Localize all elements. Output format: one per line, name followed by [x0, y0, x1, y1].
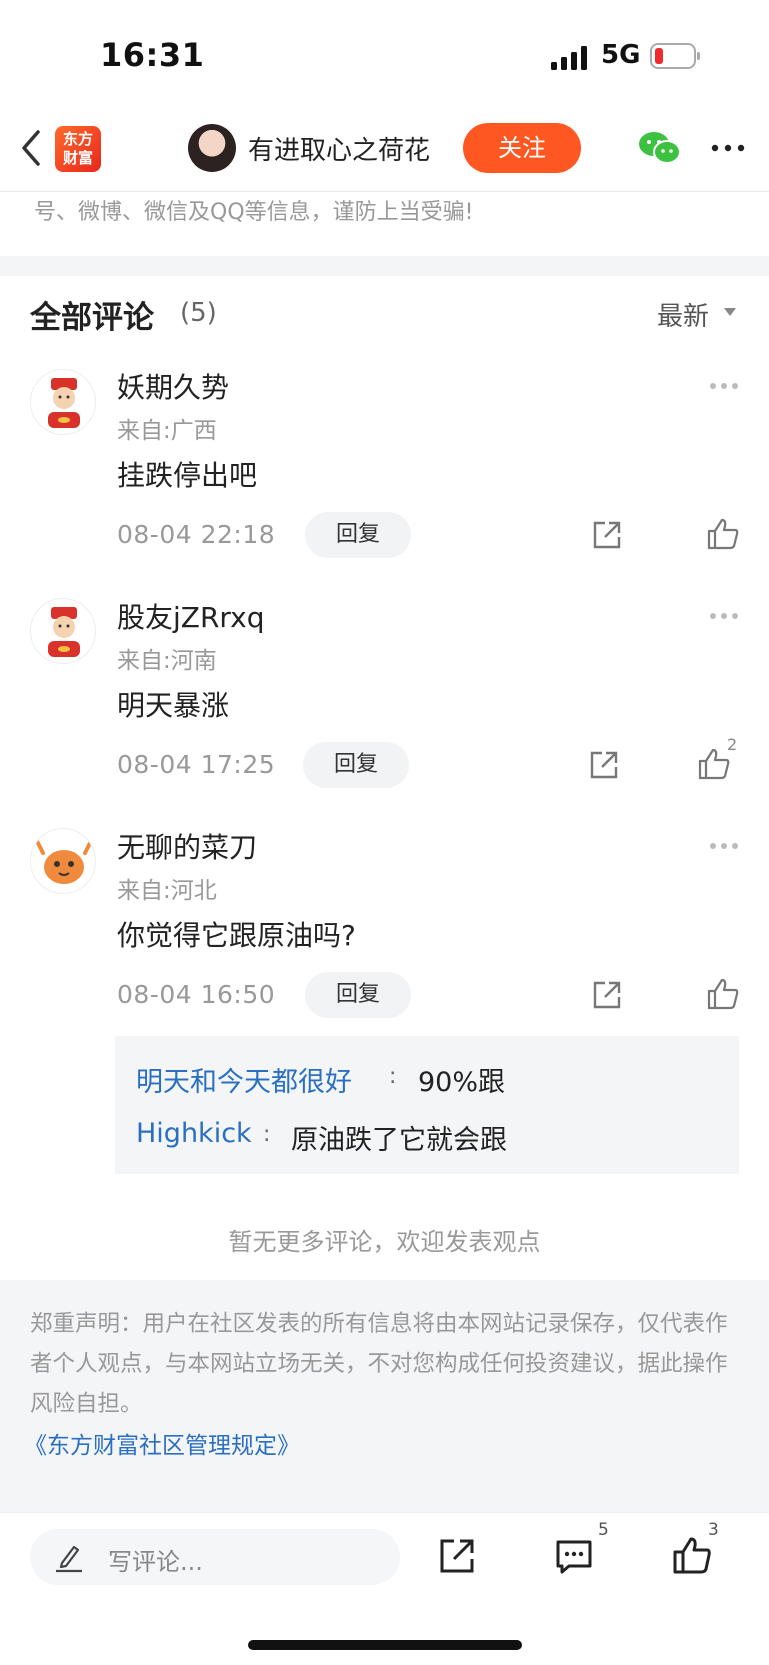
- sub-reply-colon: :: [389, 1064, 397, 1089]
- battery-icon: [650, 43, 700, 69]
- commenter-location: 来自:河南: [117, 648, 217, 674]
- section-separator: [0, 256, 769, 276]
- logo-text-2: 财富: [62, 149, 93, 167]
- like-count: 3: [708, 1520, 719, 1540]
- comment-more-icon[interactable]: [709, 382, 739, 390]
- reply-button[interactable]: 回复: [303, 742, 409, 788]
- like-icon[interactable]: [706, 977, 740, 1011]
- reply-button[interactable]: 回复: [305, 512, 411, 558]
- commenter-avatar[interactable]: [30, 369, 96, 435]
- comment-time: 08-04 16:50: [117, 980, 276, 1009]
- comment-icon[interactable]: [555, 1539, 593, 1575]
- comment-text: 明天暴涨: [117, 689, 230, 722]
- like-icon[interactable]: [706, 517, 740, 551]
- back-chevron-icon[interactable]: [16, 128, 46, 168]
- sub-reply-text: 90%跟: [418, 1067, 506, 1098]
- home-indicator: [248, 1640, 522, 1650]
- notice-text: 号、微博、微信及QQ等信息，谨防上当受骗!: [34, 200, 474, 225]
- community-rules-link[interactable]: 《东方财富社区管理规定》: [24, 1426, 300, 1460]
- share-icon[interactable]: [591, 519, 623, 551]
- caishen-avatar-icon: [48, 607, 80, 657]
- bottom-divider: [0, 1512, 769, 1513]
- commenter-name[interactable]: 妖期久势: [117, 366, 229, 406]
- reply-button[interactable]: 回复: [305, 972, 411, 1018]
- commenter-location: 来自:广西: [117, 418, 217, 444]
- comment-text: 你觉得它跟原油吗?: [117, 919, 356, 952]
- sub-reply-user[interactable]: Highkick: [136, 1118, 252, 1149]
- author-name[interactable]: 有进取心之荷花: [248, 130, 430, 167]
- commenter-name[interactable]: 股友jZRrxq: [117, 596, 265, 636]
- like-count: 2: [727, 735, 738, 754]
- commenter-avatar[interactable]: [30, 828, 96, 894]
- commenter-avatar[interactable]: [30, 598, 96, 664]
- comment-text: 挂跌停出吧: [117, 459, 258, 492]
- sub-reply-text: 原油跌了它就会跟: [291, 1125, 507, 1156]
- sort-arrow-icon[interactable]: [724, 308, 736, 316]
- signal-icon: [551, 46, 587, 70]
- share-icon[interactable]: [438, 1537, 476, 1575]
- app-logo[interactable]: 东方 财富: [55, 126, 101, 172]
- commenter-location: 来自:河北: [117, 878, 217, 904]
- disclaimer-text: 郑重声明：用户在社区发表的所有信息将由本网站记录保存，仅代表作者个人观点，与本网…: [30, 1311, 728, 1417]
- wechat-icon[interactable]: [638, 130, 682, 166]
- more-icon[interactable]: [710, 136, 746, 160]
- comments-count: (5): [180, 298, 217, 328]
- share-icon[interactable]: [591, 979, 623, 1011]
- write-comment-input[interactable]: [30, 1529, 400, 1585]
- status-time: 16:31: [100, 36, 205, 74]
- follow-button[interactable]: 关注: [463, 123, 581, 173]
- comment-more-icon[interactable]: [709, 612, 739, 620]
- header-divider: [0, 191, 769, 192]
- comment-count: 5: [598, 1520, 609, 1540]
- caishen-avatar-icon: [48, 378, 80, 428]
- no-more-comments: 暂无更多评论，欢迎发表观点: [228, 1228, 541, 1256]
- commenter-name[interactable]: 无聊的菜刀: [117, 826, 257, 866]
- author-avatar[interactable]: [188, 124, 236, 172]
- crab-avatar-icon: [35, 839, 93, 884]
- pen-icon: [56, 1545, 82, 1573]
- comment-more-icon[interactable]: [709, 842, 739, 850]
- like-icon[interactable]: [672, 1535, 712, 1575]
- write-comment-placeholder[interactable]: 写评论...: [108, 1542, 203, 1577]
- sort-dropdown[interactable]: 最新: [657, 296, 709, 333]
- network-type: 5G: [601, 40, 641, 70]
- comment-time: 08-04 17:25: [117, 750, 276, 779]
- logo-text-1: 东方: [62, 130, 93, 148]
- comments-title: 全部评论: [30, 300, 154, 336]
- sub-reply-colon: :: [263, 1122, 271, 1147]
- share-icon[interactable]: [588, 749, 620, 781]
- like-icon[interactable]: [697, 747, 731, 781]
- comment-time: 08-04 22:18: [117, 520, 276, 549]
- sub-reply-user[interactable]: 明天和今天都很好: [136, 1060, 352, 1099]
